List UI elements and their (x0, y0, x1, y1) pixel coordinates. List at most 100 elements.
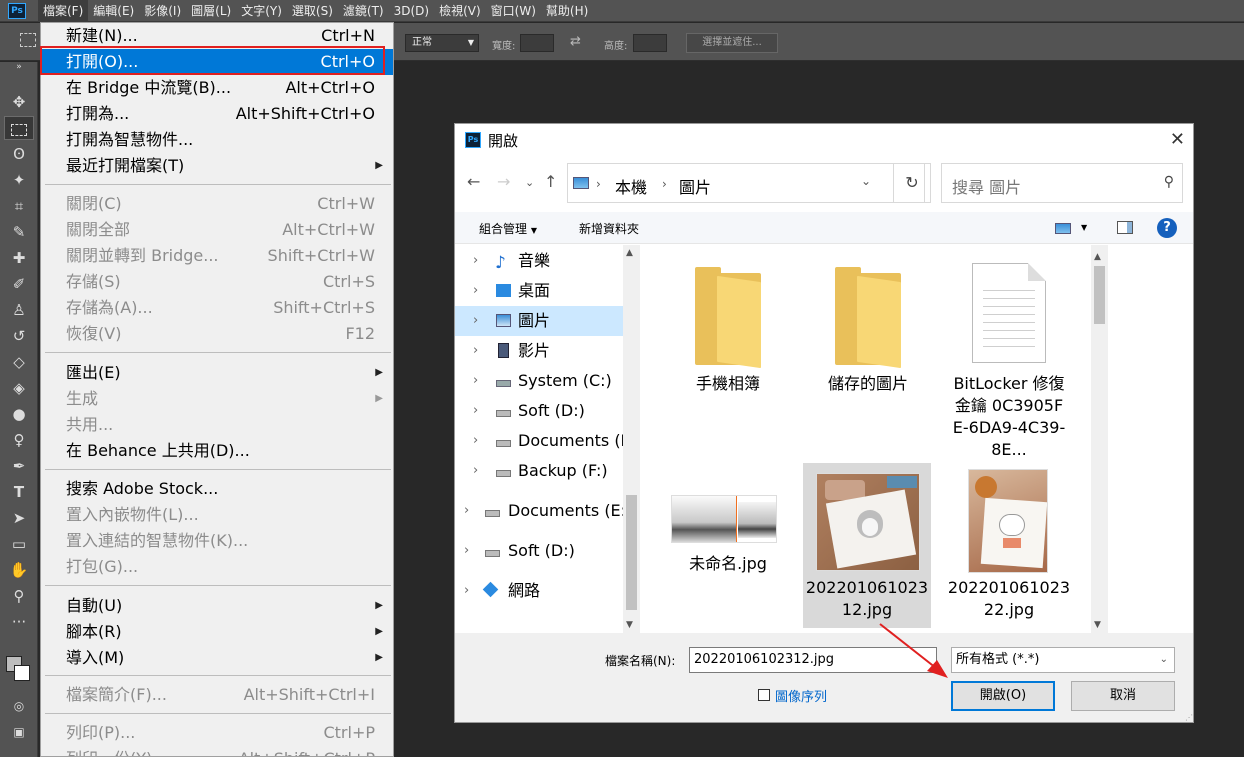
scroll-down-icon[interactable]: ▼ (626, 620, 633, 630)
type-tool-icon[interactable]: T (4, 480, 34, 504)
eraser-tool-icon[interactable]: ◇ (4, 350, 34, 374)
nav-item-documents-e-2[interactable]: › Documents (E:) (455, 496, 625, 526)
menu-item-open-smart-object[interactable]: 打開為智慧物件... (41, 127, 393, 153)
menu-filter[interactable]: 濾鏡(T) (338, 0, 389, 22)
nav-item-videos[interactable]: › 影片 (455, 336, 625, 366)
menu-item-browse-bridge[interactable]: 在 Bridge 中流覽(B)... Alt+Ctrl+O (41, 75, 393, 101)
nav-scroll-thumb[interactable] (626, 495, 637, 610)
stamp-tool-icon[interactable]: ♙ (4, 298, 34, 322)
image-sequence-checkbox[interactable] (758, 689, 770, 701)
eyedropper-tool-icon[interactable]: ✎ (4, 220, 34, 244)
breadcrumb-this-pc[interactable]: 本機 (615, 174, 647, 198)
menu-item-search-adobe-stock[interactable]: 搜索 Adobe Stock... (41, 476, 393, 502)
new-folder-button[interactable]: 新增資料夾 (579, 220, 639, 237)
menu-image[interactable]: 影像(I) (139, 0, 186, 22)
style-select[interactable]: 正常 ▼ (405, 34, 479, 52)
menu-item-open-as[interactable]: 打開為... Alt+Shift+Ctrl+O (41, 101, 393, 127)
file-list-scrollbar[interactable]: ▲ ▼ (1091, 245, 1108, 633)
dodge-tool-icon[interactable]: ♀ (4, 428, 34, 452)
quick-mask-icon[interactable]: ◎ (4, 694, 34, 718)
image-sequence-label[interactable]: 圖像序列 (775, 686, 827, 705)
brush-tool-icon[interactable]: ✐ (4, 272, 34, 296)
swap-icon[interactable]: ⇄ (570, 34, 581, 49)
file-item-20220106102312[interactable]: 20220106102312.jpg (804, 469, 930, 621)
breadcrumb-pictures[interactable]: 圖片 (679, 174, 711, 198)
menu-item-close[interactable]: 關閉(C) Ctrl+W (41, 191, 393, 217)
nav-item-music[interactable]: › ♪ 音樂 (455, 246, 625, 276)
menu-item-place-embedded[interactable]: 置入內嵌物件(L)... (41, 502, 393, 528)
menu-item-recent-files[interactable]: 最近打開檔案(T) ▶ (41, 153, 393, 179)
chevron-down-icon[interactable]: ⌄ (861, 174, 871, 188)
preview-pane-icon[interactable] (1117, 221, 1133, 234)
menu-item-save-as[interactable]: 存儲為(A)... Shift+Ctrl+S (41, 295, 393, 321)
up-arrow-icon[interactable]: ↑ (544, 172, 557, 191)
menu-item-place-linked[interactable]: 置入連結的智慧物件(K)... (41, 528, 393, 554)
move-tool-icon[interactable]: ✥ (4, 90, 34, 114)
menu-item-print-one-copy[interactable]: 列印一份(Y) Alt+Shift+Ctrl+P (41, 746, 393, 756)
scroll-up-icon[interactable]: ▲ (626, 248, 633, 258)
select-and-mask-button[interactable]: 選擇並遮住... (686, 33, 778, 53)
menu-item-revert[interactable]: 恢復(V) F12 (41, 321, 393, 347)
refresh-icon[interactable]: ↻ (893, 163, 931, 203)
menu-item-automate[interactable]: 自動(U) ▶ (41, 593, 393, 619)
menu-window[interactable]: 窗口(W) (486, 0, 541, 22)
menu-item-close-go-bridge[interactable]: 關閉並轉到 Bridge... Shift+Ctrl+W (41, 243, 393, 269)
menu-item-generate[interactable]: 生成 ▶ (41, 386, 393, 412)
filename-input[interactable]: 20220106102312.jpg (689, 647, 937, 673)
search-box[interactable]: 搜尋 圖片 ⚲ (941, 163, 1183, 203)
file-list-scroll-thumb[interactable] (1094, 266, 1105, 324)
back-arrow-icon[interactable]: ← (467, 172, 480, 191)
nav-item-network[interactable]: › 網路 (455, 576, 625, 606)
chevron-down-icon[interactable]: ▼ (1081, 223, 1087, 232)
organize-button[interactable]: 組合管理 ▼ (479, 220, 537, 237)
paint-bucket-tool-icon[interactable]: ◈ (4, 376, 34, 400)
open-button[interactable]: 開啟(O) (951, 681, 1055, 711)
nav-item-system-c[interactable]: › System (C:) (455, 366, 625, 396)
path-selection-tool-icon[interactable]: ➤ (4, 506, 34, 530)
view-icon[interactable] (1055, 223, 1071, 234)
crop-tool-icon[interactable]: ⌗ (4, 194, 34, 218)
help-icon[interactable]: ? (1157, 218, 1177, 238)
menu-select[interactable]: 選取(S) (287, 0, 338, 22)
nav-item-desktop[interactable]: › 桌面 (455, 276, 625, 306)
nav-item-backup-f[interactable]: › Backup (F:) (455, 456, 625, 486)
healing-tool-icon[interactable]: ✚ (4, 246, 34, 270)
magic-wand-tool-icon[interactable]: ✦ (4, 168, 34, 192)
menu-item-file-info[interactable]: 檔案簡介(F)... Alt+Shift+Ctrl+I (41, 682, 393, 708)
nav-item-soft-d-2[interactable]: › Soft (D:) (455, 536, 625, 566)
menu-file[interactable]: 檔案(F) (38, 0, 89, 22)
nav-item-soft-d[interactable]: › Soft (D:) (455, 396, 625, 426)
history-brush-tool-icon[interactable]: ↺ (4, 324, 34, 348)
menu-3d[interactable]: 3D(D) (389, 0, 434, 22)
file-item-20220106102322[interactable]: 20220106102322.jpg (946, 469, 1072, 621)
zoom-tool-icon[interactable]: ⚲ (4, 584, 34, 608)
menu-item-share[interactable]: 共用... (41, 412, 393, 438)
recent-chevron-icon[interactable]: ⌄ (525, 176, 534, 189)
address-bar[interactable]: › 本機 › 圖片 ⌄ (567, 163, 925, 203)
menu-view[interactable]: 檢視(V) (434, 0, 486, 22)
nav-item-documents-e[interactable]: › Documents (E:) (455, 426, 625, 456)
menu-item-export[interactable]: 匯出(E) ▶ (41, 360, 393, 386)
menu-item-print[interactable]: 列印(P)... Ctrl+P (41, 720, 393, 746)
menu-help[interactable]: 幫助(H) (541, 0, 593, 22)
marquee-tool-icon[interactable] (4, 116, 34, 140)
menu-layer[interactable]: 圖層(L) (186, 0, 236, 22)
width-field[interactable] (520, 34, 554, 52)
hand-tool-icon[interactable]: ✋ (4, 558, 34, 582)
menu-item-close-all[interactable]: 關閉全部 Alt+Ctrl+W (41, 217, 393, 243)
height-field[interactable] (633, 34, 667, 52)
menu-item-scripts[interactable]: 腳本(R) ▶ (41, 619, 393, 645)
blur-tool-icon[interactable]: ● (4, 402, 34, 426)
collapse-icon[interactable]: » (4, 60, 34, 74)
pen-tool-icon[interactable]: ✒ (4, 454, 34, 478)
file-item-folder-saved[interactable]: 儲存的圖片 (805, 267, 931, 395)
nav-scrollbar[interactable]: ▲ ▼ (623, 245, 640, 633)
resize-grip-icon[interactable]: ⋰ (1185, 713, 1193, 722)
menu-edit[interactable]: 編輯(E) (88, 0, 139, 22)
menu-item-share-behance[interactable]: 在 Behance 上共用(D)... (41, 438, 393, 464)
rectangle-tool-icon[interactable]: ▭ (4, 532, 34, 556)
file-type-select[interactable]: 所有格式 (*.*) ⌄ (951, 647, 1175, 673)
scroll-down-icon[interactable]: ▼ (1094, 620, 1101, 630)
menu-item-import[interactable]: 導入(M) ▶ (41, 645, 393, 671)
lasso-tool-icon[interactable]: ʘ (4, 142, 34, 166)
